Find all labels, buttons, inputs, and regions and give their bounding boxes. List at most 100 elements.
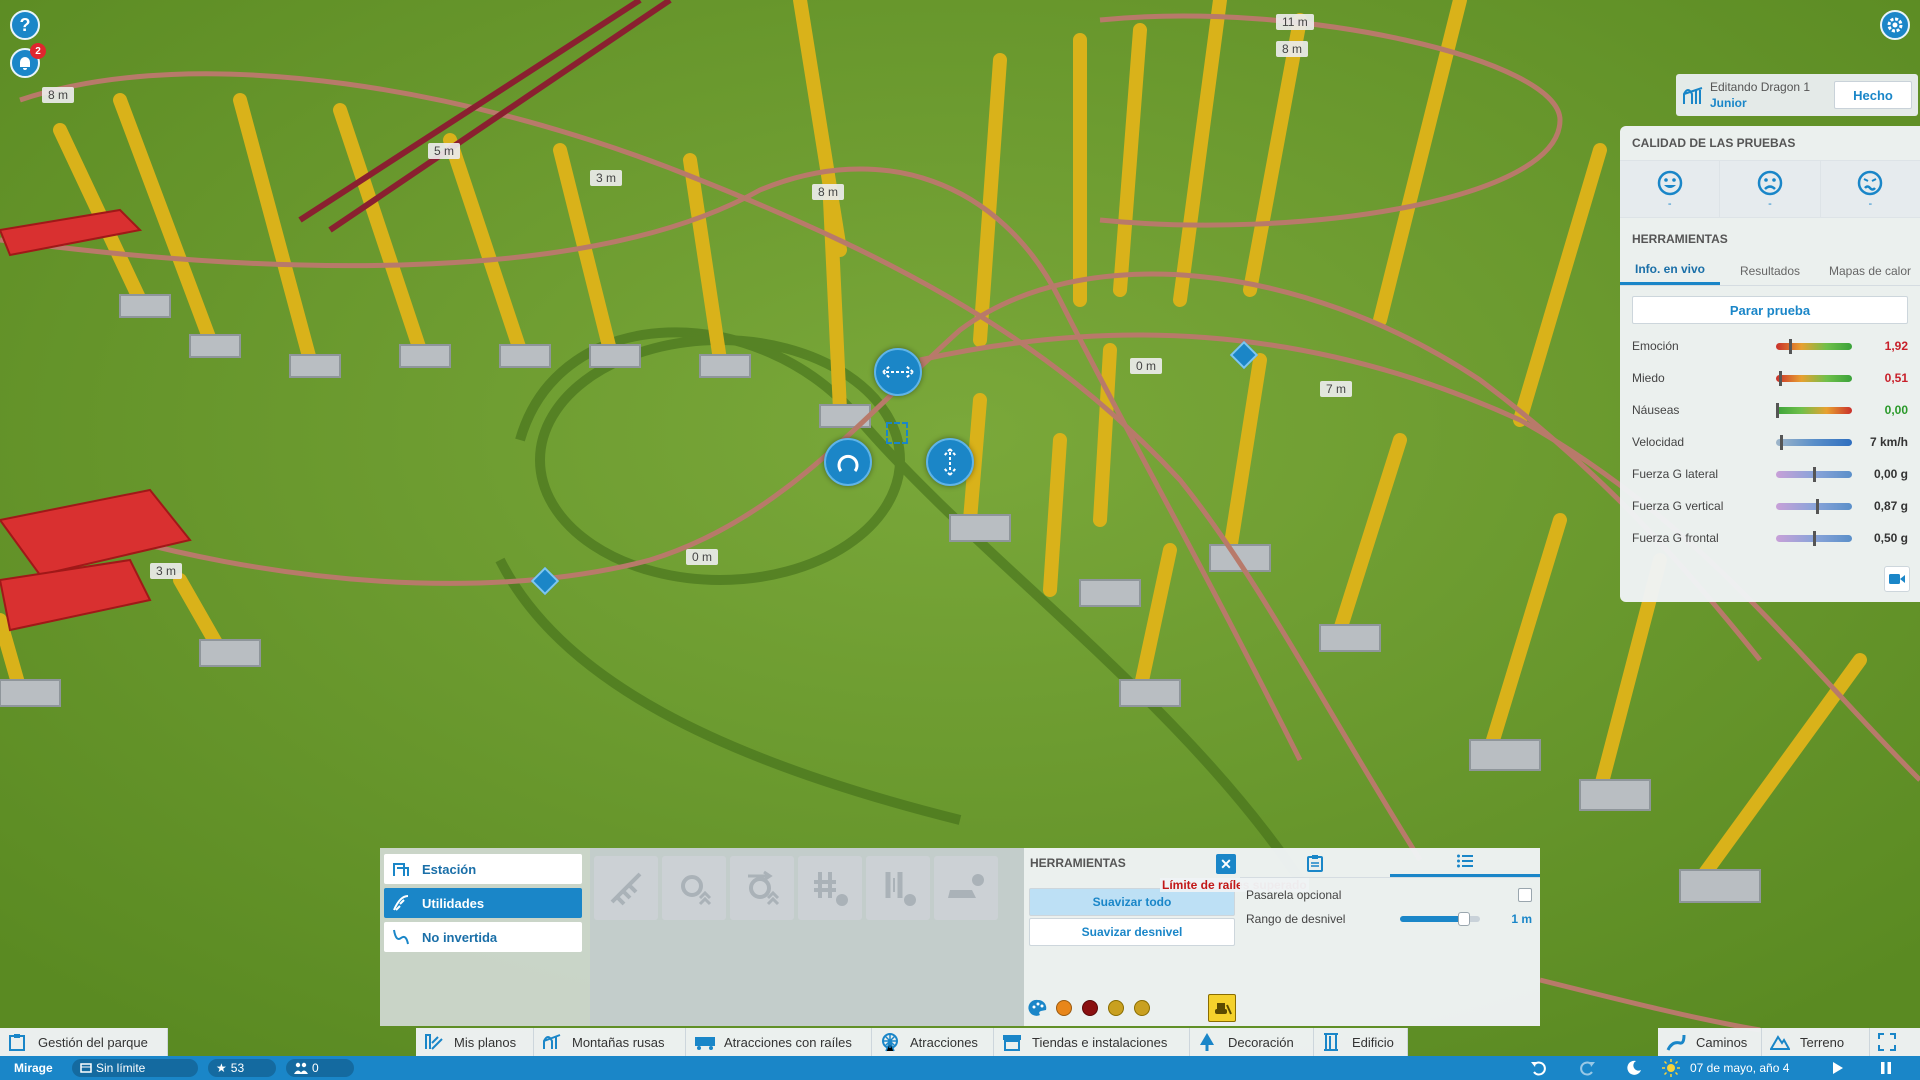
expand-icon [1878, 1033, 1896, 1051]
color-swatch[interactable] [1056, 1000, 1072, 1016]
help-button[interactable]: ? [10, 10, 40, 40]
distance-tag: 11 m [1276, 14, 1314, 30]
track-utility-icon [393, 895, 409, 911]
tab-heatmaps[interactable]: Mapas de calor [1820, 256, 1920, 285]
piece-transfer-remove[interactable] [934, 856, 998, 920]
date-display: 07 de mayo, año 4 [1662, 1056, 1789, 1080]
ride-edit-header: Editando Dragon 1 Junior Hecho [1676, 74, 1918, 116]
sick-face-icon [1858, 170, 1883, 196]
tab-results[interactable]: Resultados [1720, 256, 1820, 285]
undo-button[interactable] [1530, 1056, 1548, 1080]
close-button[interactable]: ✕ [1216, 854, 1236, 874]
moon-icon [1627, 1060, 1641, 1075]
distance-tag: 7 m [1320, 381, 1353, 397]
camera-button[interactable] [1884, 566, 1910, 592]
stat-marker [1780, 434, 1784, 450]
menu-decoration[interactable]: Decoración [1190, 1028, 1314, 1056]
close-icon: ✕ [1220, 855, 1232, 872]
settings-button[interactable] [1880, 10, 1910, 40]
guests-display[interactable]: 0 [286, 1059, 354, 1077]
play-speed-button[interactable] [1832, 1056, 1844, 1080]
menu-park-management[interactable]: Gestión del parque [0, 1028, 168, 1056]
stop-test-button[interactable]: Parar prueba [1632, 296, 1908, 324]
sun-icon [1662, 1059, 1680, 1077]
money-display[interactable]: Sin límite [72, 1059, 198, 1077]
slope-range-slider[interactable] [1400, 912, 1480, 926]
stat-bar [1776, 498, 1852, 514]
face-value: - [1768, 198, 1772, 210]
notification-count-badge: 2 [30, 43, 46, 59]
smooth-all-button[interactable]: Suavizar todo [1029, 888, 1235, 916]
stat-marker [1812, 466, 1816, 482]
piece-block-brake-remove[interactable] [798, 856, 862, 920]
ride-name: Junior [1710, 96, 1747, 110]
stat-label: Velocidad [1632, 435, 1685, 449]
money-icon [80, 1063, 92, 1073]
park-name[interactable]: Mirage [14, 1056, 53, 1080]
distance-tag: 0 m [1130, 358, 1163, 374]
stat-label: Fuerza G lateral [1632, 467, 1719, 481]
menu-rides[interactable]: Atracciones [872, 1028, 994, 1056]
piece-chain-lift[interactable] [594, 856, 658, 920]
menu-shops[interactable]: Tiendas e instalaciones [994, 1028, 1190, 1056]
track-options-panel: Pasarela opcional Rango de desnivel 1 m [1240, 848, 1540, 1026]
transfer-track-icon [948, 874, 984, 898]
quality-title: CALIDAD DE LAS PRUEBAS [1632, 136, 1796, 150]
list-icon [1457, 854, 1473, 868]
piece-type-utilities[interactable]: Utilidades [384, 888, 582, 918]
stat-row: Fuerza G vertical 0,87 g [1620, 490, 1920, 522]
color-swatch[interactable] [1108, 1000, 1124, 1016]
palette-icon[interactable] [1028, 998, 1048, 1018]
piece-type-station[interactable]: Estación [384, 854, 582, 884]
move-vertical-handle[interactable] [926, 438, 974, 486]
stat-value: 0,50 g [1873, 531, 1908, 545]
piece-type-label: No invertida [422, 929, 498, 945]
gear-icon [1887, 17, 1903, 33]
piece-magnetic-brake-remove[interactable] [866, 856, 930, 920]
stat-bar [1776, 338, 1852, 354]
piece-brakes-up[interactable] [662, 856, 726, 920]
done-button[interactable]: Hecho [1834, 81, 1912, 109]
menu-roller-coasters[interactable]: Montañas rusas [534, 1028, 686, 1056]
undo-icon [1531, 1061, 1546, 1076]
color-swatch[interactable] [1134, 1000, 1150, 1016]
menu-label: Atracciones [910, 1034, 978, 1050]
slider-handle[interactable] [1458, 912, 1470, 926]
stats-list: Emoción 1,92 Miedo 0,51 Náuseas 0,00 Velocidad… [1620, 330, 1920, 554]
distance-tag: 3 m [150, 563, 183, 579]
coaster-icon [1683, 87, 1703, 104]
menu-blueprints[interactable]: Mis planos [416, 1028, 534, 1056]
bulldoze-button[interactable] [1208, 994, 1236, 1022]
menu-track-rides[interactable]: Atracciones con raíles [686, 1028, 872, 1056]
tab-blueprint[interactable] [1240, 848, 1390, 877]
tab-list-options[interactable] [1390, 848, 1540, 877]
piece-booster-up[interactable] [730, 856, 794, 920]
tab-live-info[interactable]: Info. en vivo [1620, 256, 1720, 285]
loop-handle[interactable] [824, 438, 872, 486]
piece-grid [590, 848, 1024, 1026]
fullscreen-button[interactable] [1870, 1028, 1920, 1056]
menu-building[interactable]: Edificio [1314, 1028, 1408, 1056]
smooth-slope-button[interactable]: Suavizar desnivel [1029, 918, 1235, 946]
stat-marker [1789, 338, 1793, 354]
menu-terrain[interactable]: Terreno [1762, 1028, 1870, 1056]
menu-label: Gestión del parque [38, 1034, 148, 1050]
editing-label: Editando Dragon 1 [1710, 80, 1811, 94]
video-camera-icon [1889, 574, 1905, 584]
pause-button[interactable] [1880, 1056, 1892, 1080]
piece-type-non-inverted[interactable]: No invertida [384, 922, 582, 952]
stat-row: Velocidad 7 km/h [1620, 426, 1920, 458]
color-swatch[interactable] [1082, 1000, 1098, 1016]
redo-button[interactable] [1578, 1056, 1596, 1080]
stat-bar [1776, 402, 1852, 418]
slope-range-row: Rango de desnivel 1 m [1246, 908, 1532, 930]
move-horizontal-handle[interactable] [874, 348, 922, 396]
menu-paths[interactable]: Caminos [1658, 1028, 1762, 1056]
rating-display[interactable]: ★ 53 [208, 1059, 276, 1077]
bell-icon [20, 57, 30, 70]
redo-icon [1580, 1061, 1595, 1076]
optional-walkway-checkbox[interactable] [1518, 888, 1532, 902]
day-night-toggle[interactable] [1624, 1056, 1642, 1080]
rotate-handle[interactable] [886, 422, 908, 444]
path-icon [1666, 1034, 1686, 1051]
